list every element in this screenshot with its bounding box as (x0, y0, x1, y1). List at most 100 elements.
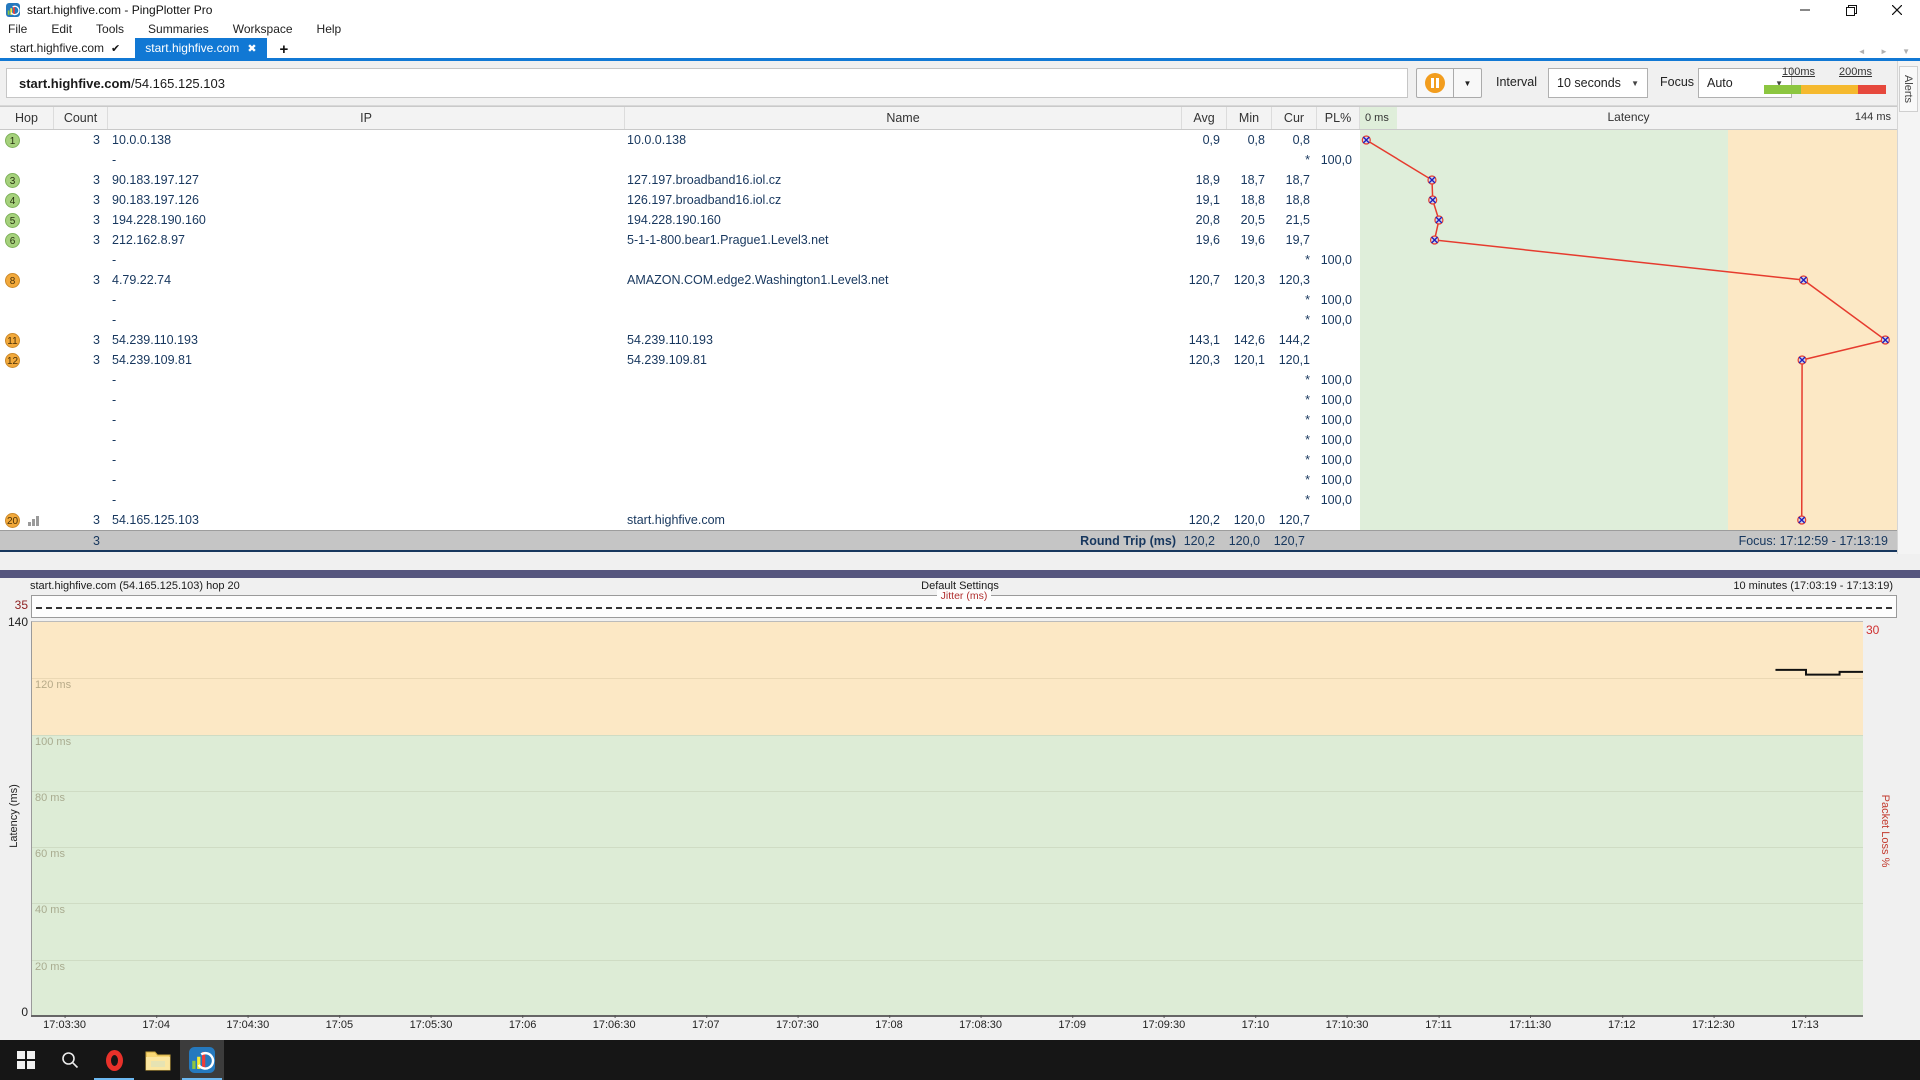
cell-hop (0, 290, 54, 310)
cell-ip: 54.239.110.193 (108, 330, 625, 350)
taskbar-file-explorer-button[interactable] (136, 1040, 180, 1080)
table-row[interactable]: - * 100,0 (0, 390, 1360, 410)
cell-ip: - (108, 290, 625, 310)
time-tick-label: 17:12 (1608, 1019, 1636, 1031)
close-button[interactable] (1874, 0, 1920, 20)
taskbar-search-button[interactable] (48, 1040, 92, 1080)
menu-help[interactable]: Help (305, 22, 354, 36)
section-divider-bar[interactable] (0, 570, 1920, 578)
table-row[interactable]: - * 100,0 (0, 470, 1360, 490)
table-row[interactable]: 3 3 90.183.197.127 127.197.broadband16.i… (0, 170, 1360, 190)
table-row[interactable]: 4 3 90.183.197.126 126.197.broadband16.i… (0, 190, 1360, 210)
header-ip[interactable]: IP (108, 107, 625, 129)
cell-min: 0,8 (1227, 130, 1272, 150)
pingplotter-logo-icon (6, 3, 20, 17)
cell-hop: 5 (0, 210, 54, 230)
cell-hop (0, 490, 54, 510)
cell-cur: 120,1 (1272, 350, 1317, 370)
cell-avg (1182, 410, 1227, 430)
pause-button[interactable] (1416, 68, 1454, 98)
header-min[interactable]: Min (1227, 107, 1272, 129)
table-row[interactable]: 11 3 54.239.110.193 54.239.110.193 143,1… (0, 330, 1360, 350)
table-row[interactable]: 6 3 212.162.8.97 5-1-1-800.bear1.Prague1… (0, 230, 1360, 250)
time-tick-label: 17:05:30 (410, 1019, 453, 1031)
header-pl[interactable]: PL% (1317, 107, 1360, 129)
menu-file[interactable]: File (0, 22, 39, 36)
cell-pl: 100,0 (1317, 490, 1360, 510)
taskbar-pingplotter-button[interactable] (180, 1040, 224, 1080)
new-tab-button[interactable]: + (275, 41, 294, 58)
cell-min (1227, 310, 1272, 330)
scale-100ms-label: 100ms (1782, 66, 1815, 78)
cell-min (1227, 490, 1272, 510)
pause-dropdown-button[interactable]: ▼ (1454, 68, 1482, 98)
table-row[interactable]: 12 3 54.239.109.81 54.239.109.81 120,3 1… (0, 350, 1360, 370)
cell-ip: 90.183.197.126 (108, 190, 625, 210)
cell-pl: 100,0 (1317, 290, 1360, 310)
cell-cur: 21,5 (1272, 210, 1317, 230)
pingplotter-icon (189, 1047, 215, 1073)
target-input[interactable]: start.highfive.com / 54.165.125.103 (6, 68, 1408, 98)
cell-hop: 8 (0, 270, 54, 290)
header-hop[interactable]: Hop (0, 107, 54, 129)
hop-number-badge: 12 (5, 353, 20, 368)
cell-count: 3 (54, 270, 108, 290)
minimize-button[interactable] (1782, 0, 1828, 20)
restore-button[interactable] (1828, 0, 1874, 20)
alerts-side-tab[interactable]: Alerts (1899, 66, 1918, 112)
tab-start-highfive-1[interactable]: start.highfive.com ✔ (0, 38, 130, 58)
taskbar-opera-button[interactable] (92, 1040, 136, 1080)
table-row[interactable]: - * 100,0 (0, 430, 1360, 450)
pause-icon (1425, 73, 1445, 93)
table-row[interactable]: 8 3 4.79.22.74 AMAZON.COM.edge2.Washingt… (0, 270, 1360, 290)
cell-cur: * (1272, 450, 1317, 470)
cell-ip: - (108, 250, 625, 270)
table-row[interactable]: 20 3 54.165.125.103 start.highfive.com 1… (0, 510, 1360, 530)
start-button[interactable] (4, 1040, 48, 1080)
cell-avg: 120,3 (1182, 350, 1227, 370)
header-count[interactable]: Count (54, 107, 108, 129)
cell-ip: - (108, 470, 625, 490)
cell-count (54, 470, 108, 490)
header-cur[interactable]: Cur (1272, 107, 1317, 129)
header-name[interactable]: Name (625, 107, 1182, 129)
tab-start-highfive-2-active[interactable]: start.highfive.com ✖ (135, 38, 266, 58)
timeline-plot-area[interactable]: 120 ms100 ms80 ms60 ms40 ms20 ms (31, 621, 1863, 1015)
menu-edit[interactable]: Edit (39, 22, 84, 36)
tab-scroll-arrows[interactable]: ◄ ► ▼ (1858, 47, 1916, 56)
latency-min-label: 0 ms (1360, 107, 1397, 129)
table-row[interactable]: 5 3 194.228.190.160 194.228.190.160 20,8… (0, 210, 1360, 230)
table-row[interactable]: - * 100,0 (0, 490, 1360, 510)
menu-summaries[interactable]: Summaries (136, 22, 221, 36)
table-row[interactable]: - * 100,0 (0, 310, 1360, 330)
table-row[interactable]: - * 100,0 (0, 370, 1360, 390)
hop-latency-mini-graph[interactable] (1360, 130, 1897, 530)
menu-tools[interactable]: Tools (84, 22, 136, 36)
cell-min: 18,8 (1227, 190, 1272, 210)
cell-min (1227, 150, 1272, 170)
cell-name: AMAZON.COM.edge2.Washington1.Level3.net (625, 270, 1182, 290)
table-row[interactable]: - * 100,0 (0, 250, 1360, 270)
hop-number-badge: 11 (5, 333, 20, 348)
cell-name: 194.228.190.160 (625, 210, 1182, 230)
cell-min: 18,7 (1227, 170, 1272, 190)
jitter-graph[interactable]: Jitter (ms) (31, 595, 1897, 618)
tab-close-icon[interactable]: ✖ (247, 42, 256, 55)
table-row[interactable]: - * 100,0 (0, 150, 1360, 170)
footer-min: 120,0 (1221, 534, 1266, 548)
latency-gridline: 80 ms (32, 791, 1863, 792)
menu-bar: File Edit Tools Summaries Workspace Help (0, 20, 1920, 38)
cell-count (54, 430, 108, 450)
cell-count (54, 370, 108, 390)
table-row[interactable]: 1 3 10.0.0.138 10.0.0.138 0,9 0,8 0,8 (0, 130, 1360, 150)
cell-hop: 20 (0, 510, 54, 530)
menu-workspace[interactable]: Workspace (221, 22, 305, 36)
table-row[interactable]: - * 100,0 (0, 410, 1360, 430)
latency-gridline: 100 ms (32, 735, 1863, 736)
header-avg[interactable]: Avg (1182, 107, 1227, 129)
table-row[interactable]: - * 100,0 (0, 290, 1360, 310)
interval-select[interactable]: 10 seconds ▼ (1548, 68, 1648, 98)
table-row[interactable]: - * 100,0 (0, 450, 1360, 470)
cell-min (1227, 430, 1272, 450)
time-tick-label: 17:11:30 (1509, 1019, 1551, 1031)
